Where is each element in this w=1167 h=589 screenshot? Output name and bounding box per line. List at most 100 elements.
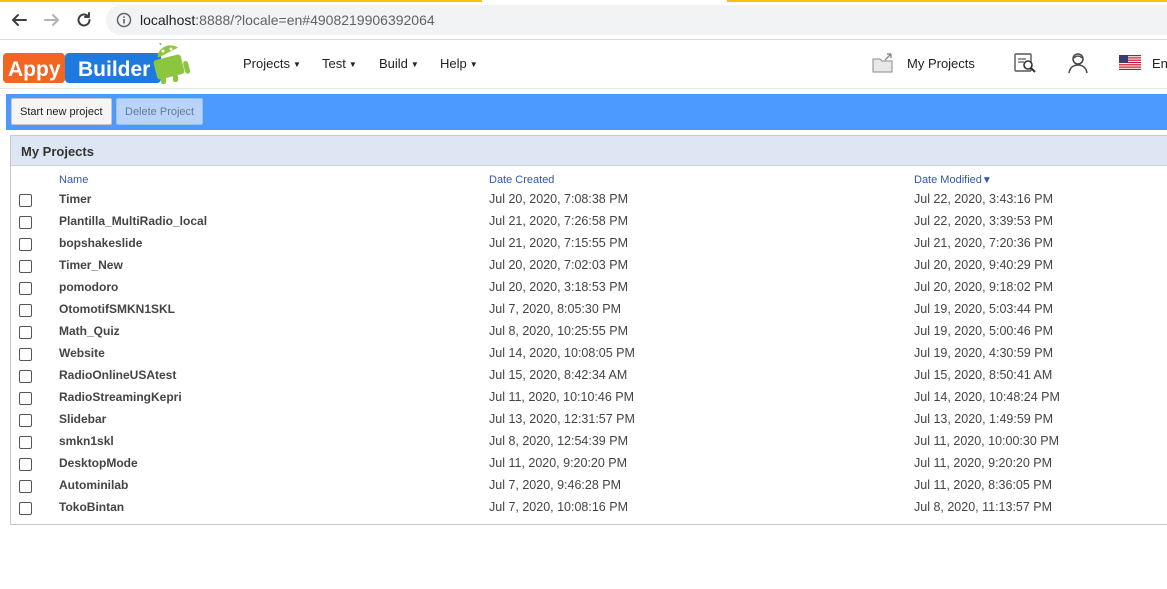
row-checkbox[interactable] <box>19 392 32 405</box>
row-checkbox[interactable] <box>19 282 32 295</box>
menu-test[interactable]: Test ▼ <box>322 56 357 71</box>
column-header-date-created[interactable]: Date Created <box>489 174 554 186</box>
date-modified-cell: Jul 19, 2020, 4:30:59 PM <box>914 346 1053 360</box>
row-checkbox[interactable] <box>19 414 32 427</box>
my-projects-link[interactable]: My Projects <box>907 56 975 71</box>
project-name[interactable]: bopshakeslide <box>59 236 142 250</box>
table-row[interactable]: smkn1skl Jul 8, 2020, 12:54:39 PM Jul 11, … <box>11 431 1167 453</box>
menu-build[interactable]: Build ▼ <box>379 56 419 71</box>
date-created-cell: Jul 21, 2020, 7:15:55 PM <box>489 236 628 250</box>
date-modified-cell: Jul 21, 2020, 7:20:36 PM <box>914 236 1053 250</box>
row-checkbox[interactable] <box>19 370 32 383</box>
row-checkbox[interactable] <box>19 238 32 251</box>
menu-projects[interactable]: Projects ▼ <box>243 56 301 71</box>
app-header: Appy Builder Projects ▼ Test ▼ Build ▼ Help… <box>0 41 1167 89</box>
date-created-cell: Jul 11, 2020, 9:20:20 PM <box>489 456 628 470</box>
table-row[interactable]: OtomotifSMKN1SKL Jul 7, 2020, 8:05:30 PM J… <box>11 299 1167 321</box>
project-name[interactable]: DesktopMode <box>59 456 138 470</box>
date-created-cell: Jul 20, 2020, 7:02:03 PM <box>489 258 628 272</box>
column-header-date-modified[interactable]: Date Modified▼ <box>914 174 992 186</box>
row-checkbox[interactable] <box>19 304 32 317</box>
chevron-down-icon: ▼ <box>292 60 301 70</box>
date-created-cell: Jul 8, 2020, 10:25:55 PM <box>489 324 628 338</box>
table-row[interactable]: bopshakeslide Jul 21, 2020, 7:15:55 PM Jul… <box>11 233 1167 255</box>
url-text[interactable]: localhost:8888/?locale=en#49082199063920… <box>140 12 435 28</box>
project-name[interactable]: OtomotifSMKN1SKL <box>59 302 175 316</box>
tab-accent <box>0 0 482 2</box>
forward-arrow-icon[interactable] <box>40 8 64 32</box>
panel-title: My Projects <box>11 136 1167 166</box>
appybuilder-logo[interactable]: Appy Builder <box>3 43 198 85</box>
date-modified-cell: Jul 19, 2020, 5:00:46 PM <box>914 324 1053 338</box>
table-row[interactable]: Autominilab Jul 7, 2020, 9:46:28 PM Jul 11… <box>11 475 1167 497</box>
chevron-down-icon: ▼ <box>469 60 478 70</box>
date-created-cell: Jul 7, 2020, 9:46:28 PM <box>489 478 622 492</box>
row-checkbox[interactable] <box>19 502 32 515</box>
table-row[interactable]: Slidebar Jul 13, 2020, 12:31:57 PM Jul 13,… <box>11 409 1167 431</box>
date-modified-cell: Jul 11, 2020, 10:00:30 PM <box>914 434 1060 448</box>
tab-accent <box>727 0 1167 2</box>
table-row[interactable]: TokoBintan Jul 7, 2020, 10:08:16 PM Jul 8,… <box>11 497 1167 519</box>
column-header-name[interactable]: Name <box>59 174 88 186</box>
menu-help[interactable]: Help ▼ <box>440 56 478 71</box>
folder-icon[interactable] <box>871 52 895 74</box>
project-name[interactable]: Website <box>59 346 105 360</box>
date-created-cell: Jul 20, 2020, 7:08:38 PM <box>489 192 628 206</box>
project-name[interactable]: Plantilla_MultiRadio_local <box>59 214 207 228</box>
date-modified-cell: Jul 15, 2020, 8:50:41 AM <box>914 368 1053 382</box>
project-name[interactable]: Timer <box>59 192 91 206</box>
project-name[interactable]: RadioStreamingKepri <box>59 390 182 404</box>
date-modified-cell: Jul 22, 2020, 3:43:16 PM <box>914 192 1053 206</box>
reload-icon[interactable] <box>72 8 96 32</box>
date-modified-cell: Jul 11, 2020, 8:36:05 PM <box>914 478 1053 492</box>
start-new-project-button[interactable]: Start new project <box>11 98 112 125</box>
project-name[interactable]: RadioOnlineUSAtest <box>59 368 176 382</box>
delete-project-button[interactable]: Delete Project <box>116 98 204 125</box>
table-row[interactable]: Math_Quiz Jul 8, 2020, 10:25:55 PM Jul 19,… <box>11 321 1167 343</box>
row-checkbox[interactable] <box>19 216 32 229</box>
row-checkbox[interactable] <box>19 436 32 449</box>
info-icon[interactable] <box>116 12 132 28</box>
date-created-cell: Jul 14, 2020, 10:08:05 PM <box>489 346 635 360</box>
table-row[interactable]: RadioStreamingKepri Jul 11, 2020, 10:10:4… <box>11 387 1167 409</box>
table-row[interactable]: Website Jul 14, 2020, 10:08:05 PM Jul 19, … <box>11 343 1167 365</box>
project-name[interactable]: Slidebar <box>59 412 106 426</box>
date-modified-cell: Jul 19, 2020, 5:03:44 PM <box>914 302 1053 316</box>
table-row[interactable]: Timer_New Jul 20, 2020, 7:02:03 PM Jul 20,… <box>11 255 1167 277</box>
language-selector[interactable]: En <box>1152 56 1167 71</box>
browser-toolbar: localhost:8888/?locale=en#49082199063920… <box>0 0 1167 40</box>
date-created-cell: Jul 13, 2020, 12:31:57 PM <box>489 412 635 426</box>
date-created-cell: Jul 7, 2020, 8:05:30 PM <box>489 302 622 316</box>
chevron-down-icon: ▼ <box>348 60 357 70</box>
date-modified-cell: Jul 8, 2020, 11:13:57 PM <box>914 500 1053 514</box>
project-name[interactable]: pomodoro <box>59 280 118 294</box>
row-checkbox[interactable] <box>19 348 32 361</box>
project-name[interactable]: Math_Quiz <box>59 324 120 338</box>
user-account-icon[interactable] <box>1066 51 1090 75</box>
logo-text-appy: Appy <box>8 58 61 81</box>
table-row[interactable]: Plantilla_MultiRadio_local Jul 21, 2020, … <box>11 211 1167 233</box>
table-row[interactable]: pomodoro Jul 20, 2020, 3:18:53 PM Jul 20, … <box>11 277 1167 299</box>
project-name[interactable]: TokoBintan <box>59 500 124 514</box>
row-checkbox[interactable] <box>19 194 32 207</box>
project-name[interactable]: Autominilab <box>59 478 128 492</box>
row-checkbox[interactable] <box>19 480 32 493</box>
project-name[interactable]: Timer_New <box>59 258 123 272</box>
table-row[interactable]: RadioOnlineUSAtest Jul 15, 2020, 8:42:34 … <box>11 365 1167 387</box>
back-arrow-icon[interactable] <box>7 8 31 32</box>
us-flag-icon[interactable] <box>1119 55 1141 70</box>
row-checkbox[interactable] <box>19 458 32 471</box>
table-row[interactable]: DesktopMode Jul 11, 2020, 9:20:20 PM Jul 1… <box>11 453 1167 475</box>
project-name[interactable]: smkn1skl <box>59 434 114 448</box>
date-modified-cell: Jul 13, 2020, 1:49:59 PM <box>914 412 1053 426</box>
date-modified-cell: Jul 14, 2020, 10:48:24 PM <box>914 390 1060 404</box>
projects-panel: My Projects Name Date Created Date Modif… <box>10 135 1167 525</box>
sort-desc-icon: ▼ <box>981 175 992 186</box>
row-checkbox[interactable] <box>19 326 32 339</box>
date-created-cell: Jul 7, 2020, 10:08:16 PM <box>489 500 628 514</box>
date-created-cell: Jul 21, 2020, 7:26:58 PM <box>489 214 628 228</box>
table-row[interactable]: Timer Jul 20, 2020, 7:08:38 PM Jul 22, 202… <box>11 189 1167 211</box>
gallery-search-icon[interactable] <box>1013 51 1037 75</box>
row-checkbox[interactable] <box>19 260 32 273</box>
date-created-cell: Jul 8, 2020, 12:54:39 PM <box>489 434 628 448</box>
